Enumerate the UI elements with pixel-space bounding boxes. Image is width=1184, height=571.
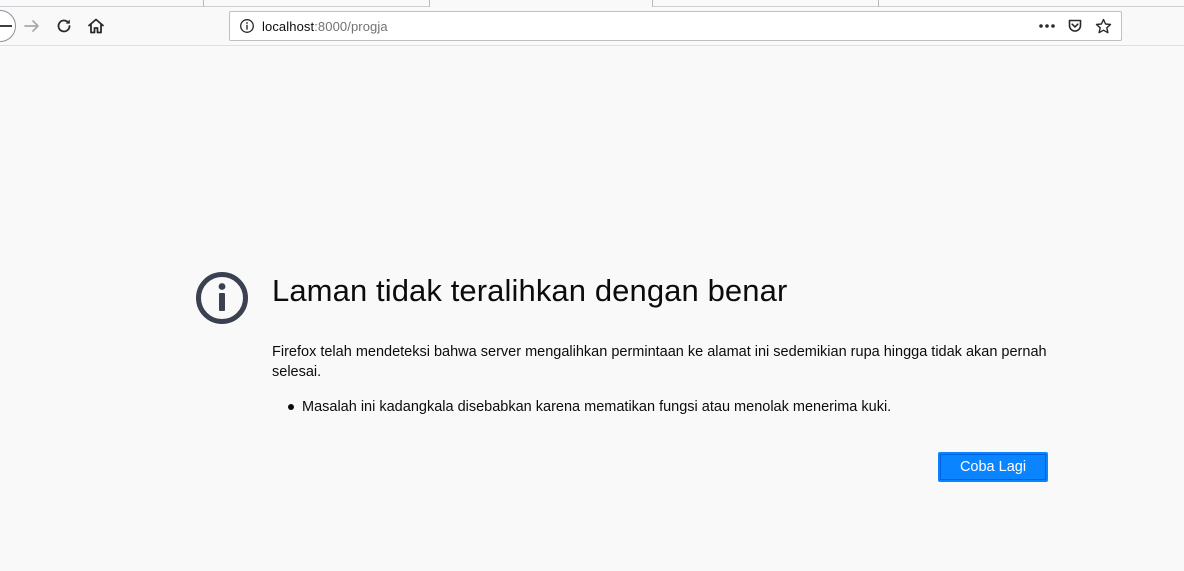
browser-window: localhost:8000/progja Laman tidak terali… <box>0 0 1184 571</box>
url-bar[interactable]: localhost:8000/progja <box>229 11 1122 41</box>
info-circle-icon <box>196 272 248 324</box>
bookmark-button[interactable] <box>1089 12 1117 40</box>
url-text[interactable]: localhost:8000/progja <box>262 19 388 34</box>
info-icon <box>240 19 254 33</box>
back-button[interactable] <box>0 10 16 42</box>
url-host: localhost <box>262 18 315 34</box>
try-again-button[interactable]: Coba Lagi <box>938 452 1048 482</box>
error-title: Laman tidak teralihkan dengan benar <box>272 273 788 308</box>
forward-button[interactable] <box>17 11 47 41</box>
page-actions <box>1033 12 1117 40</box>
tab-strip <box>0 0 1184 8</box>
url-path: :8000/progja <box>314 18 388 34</box>
page-actions-button[interactable] <box>1033 12 1061 40</box>
pocket-icon <box>1068 19 1082 32</box>
ellipsis-icon <box>1039 24 1055 28</box>
site-info-button[interactable] <box>232 12 262 40</box>
pocket-button[interactable] <box>1061 12 1089 40</box>
tab-separator <box>878 0 879 7</box>
back-arrow-icon <box>0 25 12 27</box>
error-page: Laman tidak teralihkan dengan benar Fire… <box>0 47 1184 571</box>
navigation-toolbar: localhost:8000/progja <box>0 7 1184 46</box>
error-description: Firefox telah mendeteksi bahwa server me… <box>272 344 1047 380</box>
tab-separator <box>203 0 204 7</box>
home-icon <box>88 18 104 34</box>
list-item: Masalah ini kadangkala disebabkan karena… <box>287 397 1047 417</box>
error-suggestions: Masalah ini kadangkala disebabkan karena… <box>287 397 1047 417</box>
reload-button[interactable] <box>49 11 79 41</box>
home-button[interactable] <box>81 11 111 41</box>
reload-icon <box>57 19 71 33</box>
star-icon <box>1095 18 1111 33</box>
forward-arrow-icon <box>24 20 39 32</box>
